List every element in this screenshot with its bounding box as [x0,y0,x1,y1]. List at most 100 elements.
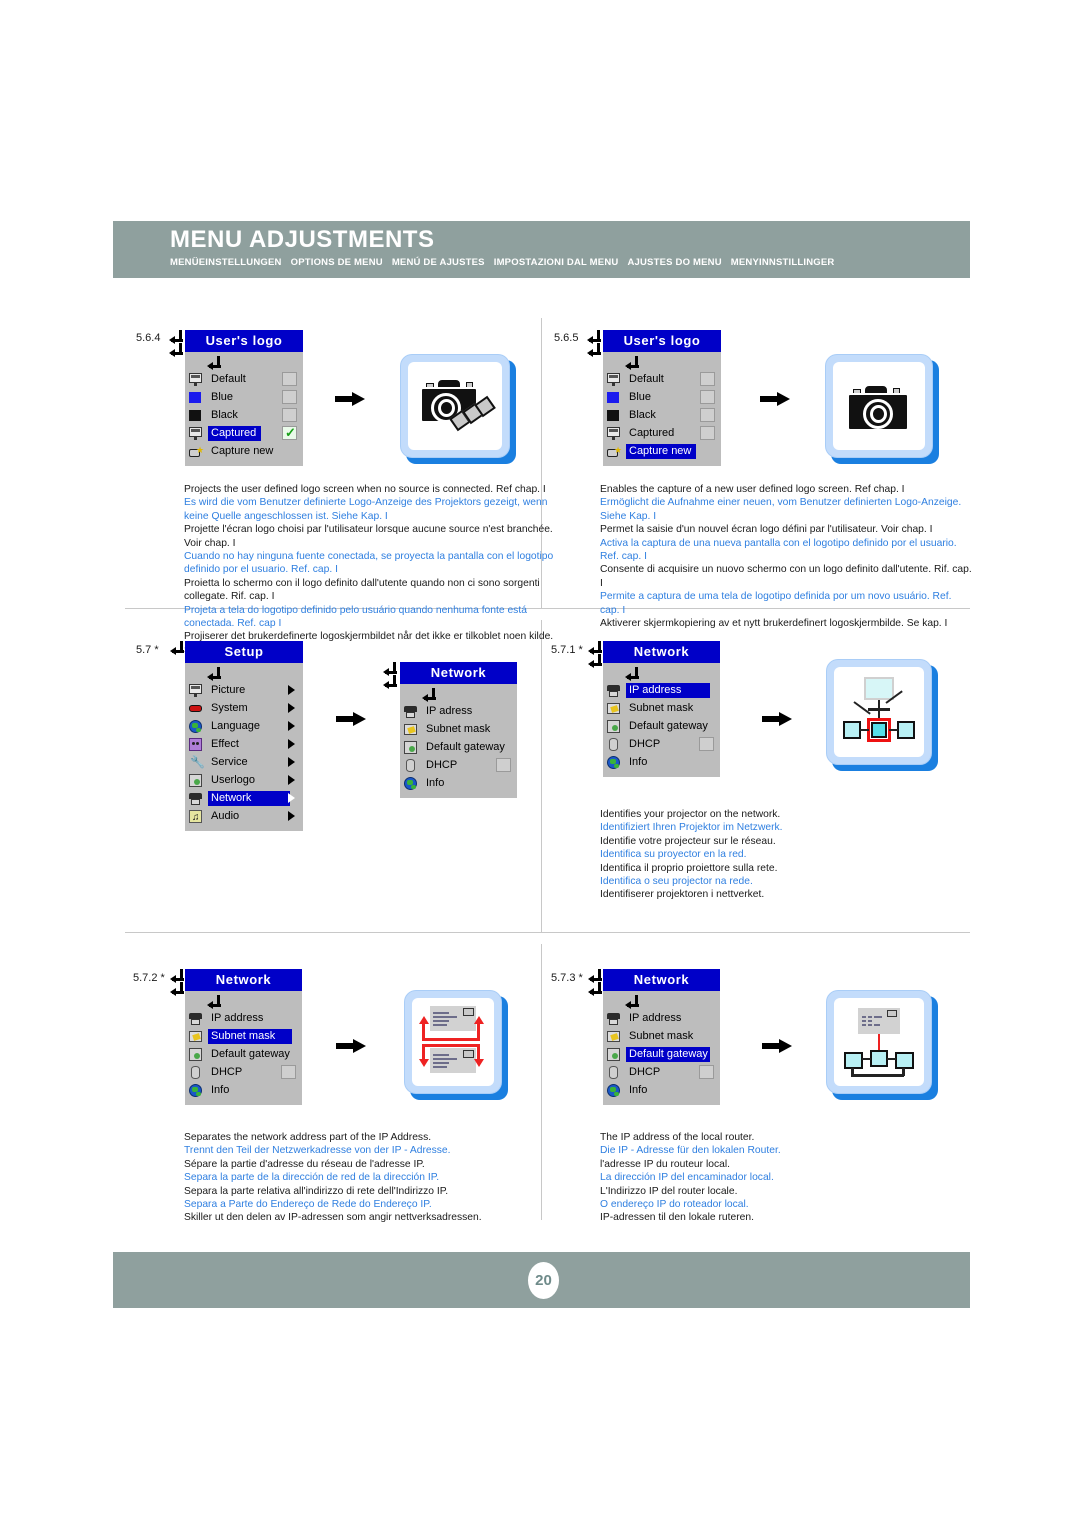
osd-checkbox-checked[interactable]: ✓ [282,425,297,440]
osd-menu-network-572[interactable]: Network IP address Subnet mask Default g… [185,969,302,1105]
split-arrow-up-left [419,1016,429,1024]
osd-item-default[interactable]: Default [185,370,303,388]
osd-item-system[interactable]: System [185,699,303,717]
osd-back-item[interactable] [603,666,720,681]
row-divider-2 [125,932,970,933]
osd-checkbox[interactable] [282,408,297,422]
network-node-right [897,721,915,739]
osd-item-black[interactable]: Black [603,406,721,424]
osd-item-default[interactable]: Default [603,370,721,388]
osd-item-ip-address[interactable]: IP adress [400,702,517,720]
osd-item-subnet-mask[interactable]: Subnet mask [400,720,517,738]
desc-de: Trennt den Teil der Netzwerkadresse von … [184,1145,451,1157]
osd-item-info[interactable]: Info [603,753,720,771]
split-arrow-down-right [474,1059,484,1067]
osd-item-picture[interactable]: Picture [185,681,303,699]
osd-menu-network-57[interactable]: Network IP adress Subnet mask Default ga… [400,662,517,798]
osd-menu-network-573[interactable]: Network IP address Subnet mask Default g… [603,969,720,1105]
desc-pt: Identifica o seu projector na rede. [600,876,753,888]
osd-item-network[interactable]: Network [185,789,303,807]
osd-item-subnet-mask[interactable]: Subnet mask [185,1027,302,1045]
osd-item-captured[interactable]: Captured ✓ [185,424,303,442]
subnet-split-icon [416,1002,490,1082]
osd-menu-setup[interactable]: Setup Picture System Language Effect 🔧 S… [185,641,303,831]
osd-item-subnet-mask[interactable]: Subnet mask [603,1027,720,1045]
osd-item-default-gateway[interactable]: Default gateway [603,717,720,735]
osd-item-label: Default [211,372,246,385]
header-subtitle-pt: AJUSTES DO MENU [627,257,722,268]
audio-icon: ♫ [188,809,204,824]
osd-menu-network-571[interactable]: Network IP address Subnet mask Default g… [603,641,720,777]
osd-item-subnet-mask[interactable]: Subnet mask [603,699,720,717]
osd-item-dhcp[interactable]: DHCP [603,1063,720,1081]
black-square-icon [188,408,204,423]
header-subtitle-no: MENYINNSTILLINGER [730,257,835,268]
osd-item-ip-address[interactable]: IP address [185,1009,302,1027]
osd-item-info[interactable]: Info [603,1081,720,1099]
osd-menu-users-logo-565[interactable]: User's logo Default Blue Black Captured … [603,330,721,466]
osd-title: User's logo [185,330,303,352]
osd-back-item[interactable] [603,994,720,1009]
osd-back-item[interactable] [185,666,303,681]
osd-item-label: Info [629,1083,648,1096]
osd-menu-users-logo-564[interactable]: User's logo Default Blue Black Captured … [185,330,303,466]
osd-item-black[interactable]: Black [185,406,303,424]
osd-checkbox[interactable] [699,1065,714,1079]
osd-item-userlogo[interactable]: Userlogo [185,771,303,789]
osd-item-label: Default [629,372,664,385]
language-icon [188,719,204,734]
desc-it: Identifica il proprio proiettore sulla r… [600,862,778,874]
osd-item-captured[interactable]: Captured [603,424,721,442]
osd-item-ip-address[interactable]: IP address [603,681,720,699]
osd-title: Setup [185,641,303,663]
osd-item-dhcp[interactable]: DHCP [185,1063,302,1081]
description-5-6-5: Enables the capture of a new user define… [600,483,972,630]
osd-item-default-gateway[interactable]: Default gateway [400,738,517,756]
osd-checkbox[interactable] [700,390,715,404]
osd-back-item[interactable] [603,355,721,370]
osd-item-ip-address[interactable]: IP address [603,1009,720,1027]
osd-item-info[interactable]: Info [400,774,517,792]
osd-back-item[interactable] [185,355,303,370]
osd-back-item[interactable] [400,687,517,702]
osd-item-blue[interactable]: Blue [185,388,303,406]
osd-checkbox[interactable] [700,408,715,422]
osd-item-blue[interactable]: Blue [603,388,721,406]
osd-item-info[interactable]: Info [185,1081,302,1099]
desc-es: La dirección IP del encaminador local. [600,1172,774,1184]
osd-checkbox[interactable] [496,758,511,772]
subnet-mask-icon [403,722,419,737]
osd-item-label: Info [426,776,445,789]
osd-item-capture-new[interactable]: ★ Capture new [603,442,721,460]
osd-item-language[interactable]: Language [185,717,303,735]
osd-checkbox[interactable] [700,372,715,386]
illustration-camera-with-film [400,354,516,464]
osd-item-label-selected: Captured [208,425,262,441]
osd-item-default-gateway[interactable]: Default gateway [185,1045,302,1063]
network-icon [188,791,204,806]
osd-item-effect[interactable]: Effect [185,735,303,753]
desc-fr: Identifie votre projecteur sur le réseau… [600,835,776,847]
osd-checkbox[interactable] [699,737,714,751]
desc-it: Consente di acquisire un nuovo schermo c… [600,564,972,589]
osd-checkbox[interactable] [282,372,297,386]
osd-item-audio[interactable]: ♫ Audio [185,807,303,825]
black-square-icon [606,408,622,423]
chevron-right-icon [288,811,295,821]
osd-item-label: Captured [629,426,675,439]
osd-checkbox[interactable] [282,390,297,404]
osd-item-capture-new[interactable]: ★ Capture new [185,442,303,460]
osd-item-dhcp[interactable]: DHCP [603,735,720,753]
osd-item-dhcp[interactable]: DHCP [400,756,517,774]
osd-item-service[interactable]: 🔧 Service [185,753,303,771]
osd-item-default-gateway[interactable]: Default gateway [603,1045,720,1063]
camera-with-film-icon [418,378,496,440]
desc-en: Identifies your projector on the network… [600,809,781,820]
transition-arrow [762,1039,792,1053]
illustration-gateway-router [826,990,938,1100]
osd-checkbox[interactable] [281,1065,296,1079]
info-globe-icon [403,776,419,791]
desc-pt: Separa a Parte do Endereço de Rede do En… [184,1199,432,1211]
osd-checkbox[interactable] [700,426,715,440]
osd-back-item[interactable] [185,994,302,1009]
